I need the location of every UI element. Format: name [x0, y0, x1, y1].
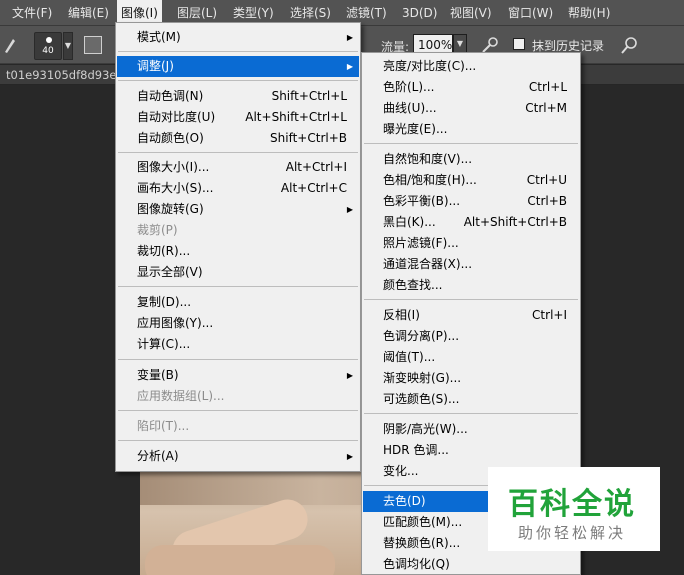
- menu-item-adjustments[interactable]: 调整(J) ▶: [117, 56, 359, 77]
- menu-item-hdr-toning[interactable]: HDR 色调...: [363, 440, 579, 461]
- menu-item-duplicate[interactable]: 复制(D)...: [117, 292, 359, 313]
- menu-item-trim[interactable]: 裁切(R)...: [117, 241, 359, 262]
- submenu-arrow-icon: ▶: [346, 371, 353, 380]
- menu-item-analysis[interactable]: 分析(A) ▶: [117, 446, 359, 467]
- menu-window[interactable]: 窗口(W): [504, 0, 557, 26]
- brush-size-preview[interactable]: 40: [34, 32, 62, 60]
- menu-edit[interactable]: 编辑(E): [64, 0, 113, 26]
- menu-item-channel-mixer[interactable]: 通道混合器(X)...: [363, 254, 579, 275]
- menu-item-black-white[interactable]: 黑白(K)... Alt+Shift+Ctrl+B: [363, 212, 579, 233]
- erase-to-history-checkbox[interactable]: [513, 38, 525, 50]
- menu-item-levels[interactable]: 色阶(L)... Ctrl+L: [363, 77, 579, 98]
- watermark-title: 百科全说: [508, 487, 636, 522]
- menu-item-reveal-all[interactable]: 显示全部(V): [117, 262, 359, 283]
- menu-item-auto-color[interactable]: 自动颜色(O) Shift+Ctrl+B: [117, 128, 359, 149]
- menu-help[interactable]: 帮助(H): [564, 0, 614, 26]
- menu-item-image-rotation[interactable]: 图像旋转(G) ▶: [117, 199, 359, 220]
- menu-item-vibrance[interactable]: 自然饱和度(V)...: [363, 149, 579, 170]
- watermark-subtitle: 助你轻松解决: [518, 524, 627, 542]
- menu-item-image-size[interactable]: 图像大小(I)... Alt+Ctrl+I: [117, 157, 359, 178]
- document-tab[interactable]: t01e93105df8d93e: [6, 65, 118, 85]
- menu-item-brightness-contrast[interactable]: 亮度/对比度(C)...: [363, 56, 579, 77]
- menu-item-curves[interactable]: 曲线(U)... Ctrl+M: [363, 98, 579, 119]
- watermark-logo: 百科全说 助你轻松解决: [488, 467, 660, 551]
- menu-item-invert[interactable]: 反相(I) Ctrl+I: [363, 305, 579, 326]
- menu-item-mode[interactable]: 模式(M) ▶: [117, 27, 359, 48]
- menu-item-gradient-map[interactable]: 渐变映射(G)...: [363, 368, 579, 389]
- flow-dropdown-icon[interactable]: ▼: [453, 34, 467, 54]
- menu-item-hue-saturation[interactable]: 色相/饱和度(H)... Ctrl+U: [363, 170, 579, 191]
- menu-item-threshold[interactable]: 阈值(T)...: [363, 347, 579, 368]
- menu-item-calculations[interactable]: 计算(C)...: [117, 334, 359, 355]
- menu-item-posterize[interactable]: 色调分离(P)...: [363, 326, 579, 347]
- menu-file[interactable]: 文件(F): [8, 0, 56, 26]
- menu-item-auto-tone[interactable]: 自动色调(N) Shift+Ctrl+L: [117, 86, 359, 107]
- menu-item-color-lookup[interactable]: 颜色查找...: [363, 275, 579, 296]
- menu-item-color-balance[interactable]: 色彩平衡(B)... Ctrl+B: [363, 191, 579, 212]
- brush-tool-icon[interactable]: [3, 36, 17, 54]
- menu-item-canvas-size[interactable]: 画布大小(S)... Alt+Ctrl+C: [117, 178, 359, 199]
- brush-panel-icon[interactable]: [84, 36, 102, 54]
- menu-view[interactable]: 视图(V): [446, 0, 496, 26]
- menu-3d[interactable]: 3D(D): [398, 0, 441, 26]
- submenu-arrow-icon: ▶: [346, 62, 353, 71]
- image-menu: 模式(M) ▶ 调整(J) ▶ 自动色调(N) Shift+Ctrl+L 自动对比度(…: [115, 22, 361, 472]
- submenu-arrow-icon: ▶: [346, 33, 353, 42]
- brush-size-value: 40: [42, 46, 54, 56]
- menu-item-exposure[interactable]: 曝光度(E)...: [363, 119, 579, 140]
- menu-item-photo-filter[interactable]: 照片滤镜(F)...: [363, 233, 579, 254]
- menu-item-auto-contrast[interactable]: 自动对比度(U) Alt+Shift+Ctrl+L: [117, 107, 359, 128]
- menu-item-variables[interactable]: 变量(B) ▶: [117, 365, 359, 386]
- submenu-arrow-icon: ▶: [346, 452, 353, 461]
- brush-dot-icon: [46, 37, 52, 43]
- flow-input[interactable]: 100%: [413, 34, 453, 54]
- menu-item-trap: 陷印(T)...: [137, 419, 190, 433]
- menu-item-apply-data-set: 应用数据组(L)...: [137, 389, 225, 403]
- menu-item-shadows-highlights[interactable]: 阴影/高光(W)...: [363, 419, 579, 440]
- pressure-size-icon[interactable]: [619, 35, 639, 55]
- menu-item-apply-image[interactable]: 应用图像(Y)...: [117, 313, 359, 334]
- brush-picker-arrow-icon[interactable]: ▼: [63, 32, 73, 60]
- menu-item-selective-color[interactable]: 可选颜色(S)...: [363, 389, 579, 410]
- menu-item-equalize[interactable]: 色调均化(Q): [363, 554, 579, 575]
- submenu-arrow-icon: ▶: [346, 205, 353, 214]
- menu-item-crop: 裁剪(P): [137, 223, 178, 237]
